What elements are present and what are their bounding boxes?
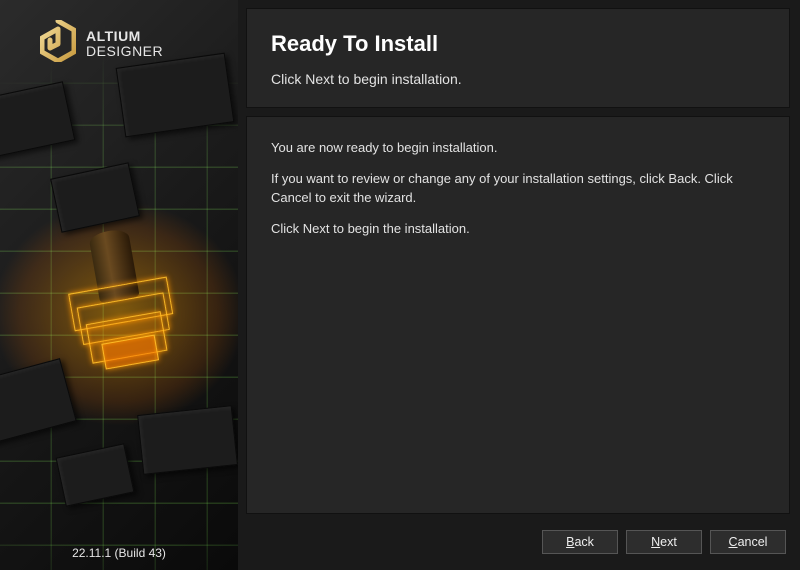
cancel-button[interactable]: Cancel <box>710 530 786 554</box>
wizard-button-row: Back Next Cancel <box>246 522 790 562</box>
cancel-button-mnemonic: C <box>729 535 738 549</box>
version-label: 22.11.1 (Build 43) <box>0 546 238 560</box>
header-panel: Ready To Install Click Next to begin ins… <box>246 8 790 108</box>
page-title: Ready To Install <box>271 31 765 57</box>
body-panel: You are now ready to begin installation.… <box>246 116 790 514</box>
decorative-chip <box>0 81 75 158</box>
body-text-3: Click Next to begin the installation. <box>271 220 765 239</box>
back-button-rest: ack <box>574 535 593 549</box>
decorative-chip <box>50 162 140 232</box>
next-button-rest: ext <box>660 535 677 549</box>
body-text-2: If you want to review or change any of y… <box>271 170 765 208</box>
body-text-1: You are now ready to begin installation. <box>271 139 765 158</box>
next-button-mnemonic: N <box>651 535 660 549</box>
decorative-chip <box>0 358 77 447</box>
back-button-mnemonic: B <box>566 535 574 549</box>
sidebar-graphic: ALTIUM DESIGNER 22.11.1 (Build 43) <box>0 0 238 570</box>
decorative-chip <box>56 443 135 506</box>
main-content: Ready To Install Click Next to begin ins… <box>238 0 800 570</box>
decorative-chip <box>137 405 238 475</box>
decorative-glow-component <box>59 222 182 377</box>
back-button[interactable]: Back <box>542 530 618 554</box>
brand-logo: ALTIUM DESIGNER <box>40 20 163 67</box>
brand-name-line1: ALTIUM <box>86 29 163 44</box>
next-button[interactable]: Next <box>626 530 702 554</box>
cancel-button-rest: ancel <box>738 535 768 549</box>
brand-name-line2: DESIGNER <box>86 44 163 59</box>
altium-logo-icon <box>40 20 76 67</box>
page-subtitle: Click Next to begin installation. <box>271 71 765 87</box>
